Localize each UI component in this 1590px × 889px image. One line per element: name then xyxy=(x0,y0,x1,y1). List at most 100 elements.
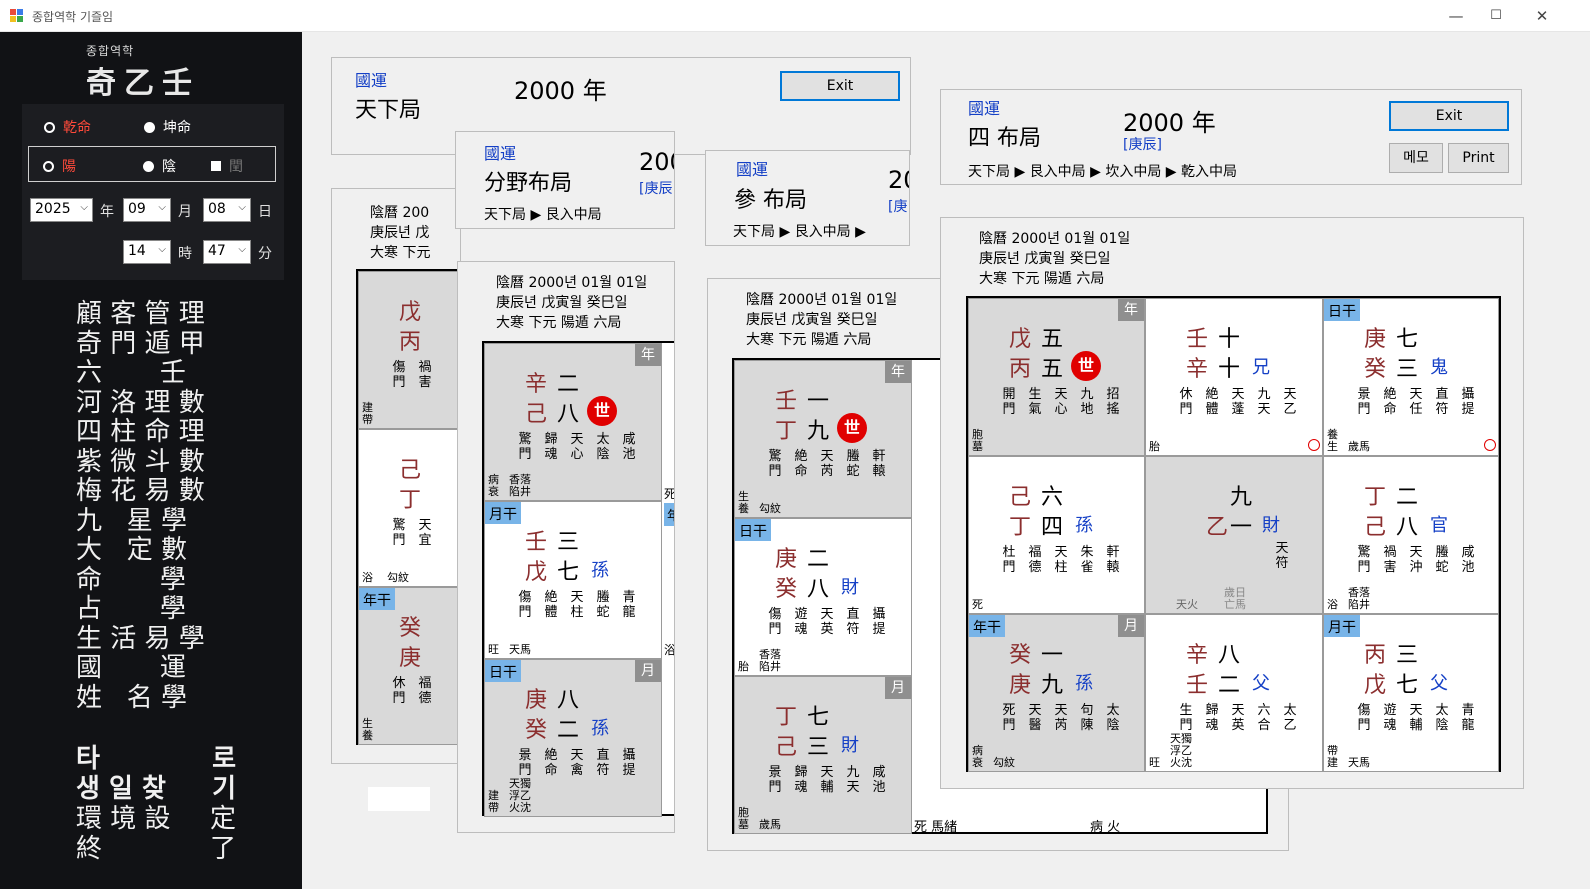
upper-number: 二 xyxy=(557,372,580,397)
menu-item[interactable]: 河 洛 理 數 xyxy=(76,388,205,419)
earth-stem: 戊 xyxy=(525,560,548,585)
door-tag: 休門 xyxy=(1179,387,1193,417)
star-label: 勾紋 xyxy=(759,502,781,515)
util-menu-item[interactable]: 環 境 設 xyxy=(76,804,171,834)
qian-radio[interactable]: 乾命 xyxy=(44,117,91,137)
door-tags: 休門 絶體 天蓬 九天 天乙 xyxy=(1176,387,1300,417)
door-tag: 天柱 xyxy=(570,590,584,620)
palace-cell: 戊五丙五世開門 生氣 天心 九地 招搖 胞墓 年 xyxy=(968,298,1145,456)
upper-number: 三 xyxy=(557,530,580,555)
menu-item[interactable]: 顧 客 管 理 xyxy=(76,299,205,330)
lower-number: 五 xyxy=(1041,357,1064,382)
door-tags: 杜門 福德 天柱 朱雀 軒轅 xyxy=(999,545,1123,575)
stem-badge: 日干 xyxy=(1324,299,1360,321)
earth-stem: 丁 xyxy=(775,419,798,444)
lower-number: 八 xyxy=(1396,515,1419,540)
stem-badge: 月干 xyxy=(1324,615,1360,637)
earth-stem: 丙 xyxy=(399,330,422,355)
menu-item[interactable]: 四 柱 命 理 xyxy=(76,417,205,448)
util-menu-item[interactable]: 終 xyxy=(76,834,171,864)
menu-item[interactable]: 六 壬 xyxy=(76,358,205,389)
card1-exit-button[interactable]: Exit xyxy=(780,71,900,101)
card3-guk: 國運 xyxy=(736,160,769,179)
menu-item[interactable]: 姓 名 學 xyxy=(76,683,205,714)
palace-cell: 癸一庚九孫死門 天醫 天芮 句陳 太陰 病衰 勾紋 月 年干 xyxy=(968,614,1145,772)
menu-item[interactable]: 占 學 xyxy=(76,594,205,625)
door-tags: 驚門 歸魂 天心 太陰 咸池 xyxy=(515,432,639,462)
menu-item[interactable]: 國 運 xyxy=(76,653,205,684)
stage-label: 浴 xyxy=(362,571,373,584)
gender-radio-group: 乾命 坤命 xyxy=(22,107,284,143)
util-menu-right: 로기定了 xyxy=(200,744,236,864)
card1-guk: 國運 xyxy=(355,71,388,90)
card4-path: 天下局 ▶ 艮入中局 ▶ 坎入中局 ▶ 乾入中局 xyxy=(968,164,1238,180)
month-label: 月 xyxy=(178,204,192,220)
day-label: 日 xyxy=(258,204,272,220)
relation-label: 官 xyxy=(1430,515,1448,536)
lower-number: 八 xyxy=(557,402,580,427)
util-menu-item[interactable]: 생 일 찾 xyxy=(76,774,171,804)
card3-header: 國運 參 布局 20 [庚 天下局 ▶ 艮入中局 ▶ xyxy=(705,150,910,246)
upper-number: 二 xyxy=(807,547,830,572)
lower-number: 二 xyxy=(557,718,580,743)
card2-header: 國運 分野布局 200 [庚辰 天下局 ▶ 艮入中局 xyxy=(455,131,675,229)
main-menu: 顧 客 管 理奇 門 遁 甲六 壬河 洛 理 數四 柱 命 理紫 微 斗 數梅 … xyxy=(76,299,205,714)
menu-item[interactable]: 大 定 數 xyxy=(76,535,205,566)
print-button[interactable]: Print xyxy=(1448,143,1509,173)
month-select[interactable]: 09 ⌵ xyxy=(123,198,171,222)
day-select[interactable]: 08 ⌵ xyxy=(203,198,251,222)
self-marker: 世 xyxy=(587,396,617,426)
minute-select[interactable]: 47 ⌵ xyxy=(203,240,251,264)
heaven-stem: 壬 xyxy=(525,530,548,555)
menu-item[interactable]: 九 星 學 xyxy=(76,506,205,537)
util-menu-item[interactable]: 定 xyxy=(200,804,236,834)
stage-label: 旺 xyxy=(488,643,499,656)
memo-button[interactable]: 메모 xyxy=(1389,143,1443,173)
radio-off-icon xyxy=(43,160,54,172)
year-select[interactable]: 2025 ⌵ xyxy=(30,198,93,222)
door-tag: 咸池 xyxy=(1461,545,1475,575)
menu-item[interactable]: 奇 門 遁 甲 xyxy=(76,329,205,360)
leap-checkbox[interactable]: 閏 xyxy=(211,156,243,176)
close-button[interactable]: ✕ xyxy=(1532,6,1552,26)
star-label: 歲馬 xyxy=(1348,440,1370,453)
calendar-radio-group: 陽 陰 閏 xyxy=(28,146,276,182)
stage-label: 胞墓 xyxy=(738,806,749,831)
card4-name: 四 布局 xyxy=(968,126,1041,151)
hour-select[interactable]: 14 ⌵ xyxy=(123,240,171,264)
logo-subtitle: 종합역학 xyxy=(86,44,135,58)
door-tag: 天符 xyxy=(1275,541,1289,571)
menu-item[interactable]: 梅 花 易 數 xyxy=(76,476,205,507)
util-menu-item[interactable]: 로 xyxy=(200,744,236,774)
yang-radio[interactable]: 陽 xyxy=(43,156,76,176)
chevron-down-icon: ⌵ xyxy=(158,202,166,213)
util-menu-item[interactable]: 了 xyxy=(200,834,236,864)
minimize-button[interactable]: — xyxy=(1446,6,1466,26)
menu-item[interactable]: 命 學 xyxy=(76,565,205,596)
card1-input[interactable] xyxy=(368,787,430,811)
heaven-stem: 癸 xyxy=(399,616,422,641)
door-tag: 天心 xyxy=(1054,387,1068,417)
door-tag: 太陰 xyxy=(1435,703,1449,733)
upper-number: 七 xyxy=(807,705,830,730)
door-tag: 螣蛇 xyxy=(1435,545,1449,575)
yin-radio[interactable]: 陰 xyxy=(143,156,176,176)
door-tag: 景門 xyxy=(518,748,532,778)
heaven-stem: 戊 xyxy=(399,300,422,325)
util-menu-item[interactable]: 기 xyxy=(200,774,236,804)
upper-number: 二 xyxy=(1396,485,1419,510)
stage-label: 建帶 xyxy=(488,789,499,814)
menu-item[interactable]: 生 活 易 學 xyxy=(76,624,205,655)
lower-number: 九 xyxy=(1041,673,1064,698)
footer-strip: 死 馬緒 xyxy=(914,820,958,835)
door-tag: 遊魂 xyxy=(1383,703,1397,733)
maximize-button[interactable]: ☐ xyxy=(1486,6,1506,26)
card4-exit-button[interactable]: Exit xyxy=(1389,101,1509,131)
menu-item[interactable]: 紫 微 斗 數 xyxy=(76,447,205,478)
side-cell: 死 xyxy=(664,487,675,501)
card1-name: 天下局 xyxy=(355,98,422,123)
heaven-stem: 壬 xyxy=(1186,327,1209,352)
radio-on-icon xyxy=(144,121,155,133)
util-menu-item[interactable]: 타 xyxy=(76,744,171,774)
kun-radio[interactable]: 坤命 xyxy=(144,117,191,137)
